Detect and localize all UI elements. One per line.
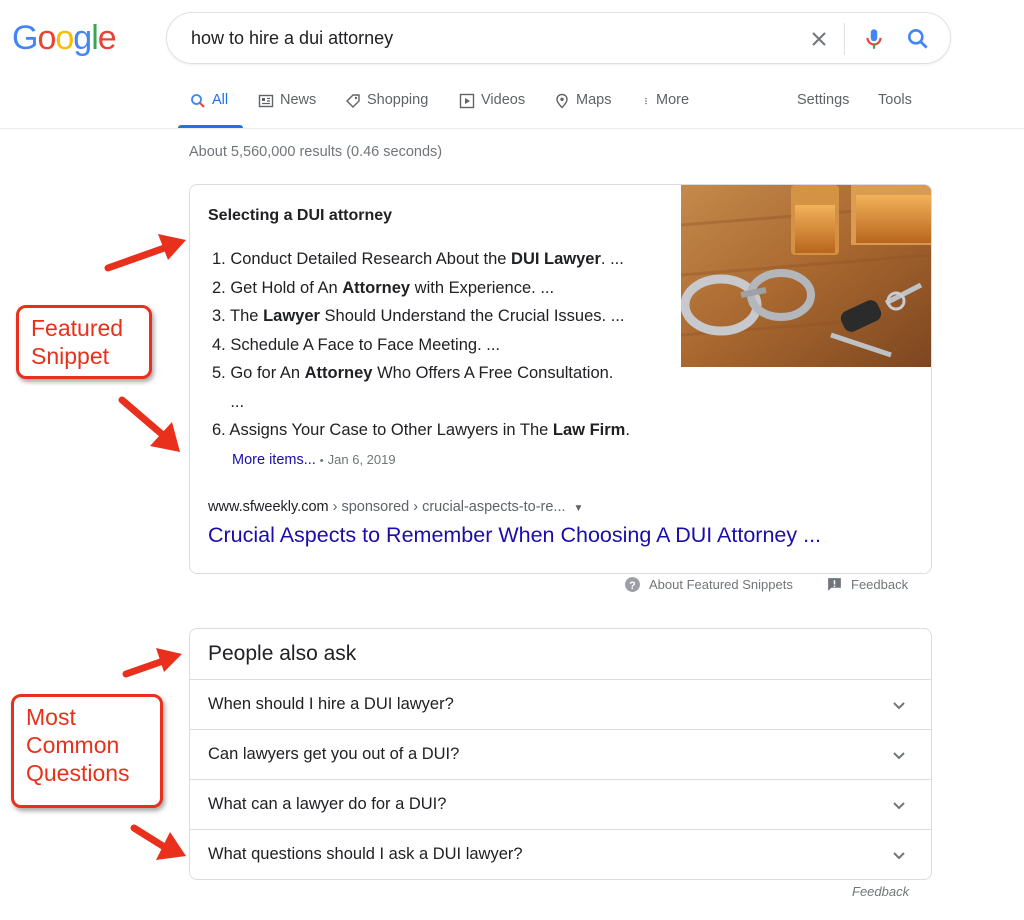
question-text: What can a lawyer do for a DUI? [208,795,447,813]
list-item: 5. Go for An Attorney Who Offers A Free … [212,364,614,411]
callout-line: Snippet [31,343,110,369]
paa-question[interactable]: What questions should I ask a DUI lawyer… [190,829,931,879]
google-logo[interactable]: Google [12,18,117,58]
callout-line: Most [26,704,76,730]
tab-more[interactable]: More [642,86,689,128]
cite-domain: www.sfweekly.com [208,499,329,515]
chevron-down-icon [893,802,905,810]
callout-line: Questions [26,760,130,786]
list-item: 6. Assigns Your Case to Other Lawyers in… [212,421,630,439]
tab-label: More [656,92,690,108]
tabs-divider [0,128,1024,129]
snippet-date: Jan 6, 2019 [327,452,396,467]
logo-letter: g [73,19,92,57]
cite-path: › sponsored › crucial-aspects-to-re... [328,499,566,515]
about-featured-snippets[interactable]: ? About Featured Snippets [624,576,793,593]
settings-label: Settings [797,92,850,108]
paa-question[interactable]: What can a lawyer do for a DUI? [190,779,931,829]
more-items-link[interactable]: More items... [232,452,316,468]
red-arrow-icon [130,824,186,860]
featured-snippet: Selecting a DUI attorney 1. Conduct Deta… [189,184,932,574]
logo-letter: o [55,19,74,57]
tools-link[interactable]: Tools [878,86,912,128]
red-arrow-icon [118,396,180,452]
help-icon: ? [625,577,640,592]
search-input[interactable]: how to hire a dui attorney [191,28,393,49]
tag-icon [346,94,360,108]
feedback-label: Feedback [851,577,909,592]
people-also-ask: People also ask When should I hire a DUI… [189,628,932,880]
result-url: www.sfweekly.com › sponsored › crucial-a… [208,499,583,515]
red-arrow-icon [122,648,182,678]
paa-question[interactable]: Can lawyers get you out of a DUI? [190,729,931,779]
question-text: What questions should I ask a DUI lawyer… [208,845,523,863]
snippet-title: Selecting a DUI attorney [208,207,393,224]
red-arrow-icon [104,234,186,272]
tab-videos[interactable]: Videos [459,86,525,128]
search-divider [844,23,845,55]
paa-question[interactable]: When should I hire a DUI lawyer? [190,679,931,729]
feedback-icon [828,578,841,591]
chevron-down-icon [893,702,905,710]
search-box[interactable]: how to hire a dui attorney [166,12,951,64]
callout-line: Common [26,732,120,758]
pin-icon [556,93,568,109]
question-text: When should I hire a DUI lawyer? [208,695,454,713]
tab-label: News [280,92,317,108]
list-item: 1. Conduct Detailed Research About the D… [212,250,624,268]
more-items-row: More items... • Jan 6, 2019 [232,452,396,468]
tab-label: Maps [576,92,612,108]
news-icon [258,94,274,108]
paa-title: People also ask [208,642,357,665]
result-stats: About 5,560,000 results (0.46 seconds) [189,144,443,160]
tab-shopping[interactable]: Shopping [345,86,428,128]
paa-feedback-link[interactable]: Feedback [852,884,909,899]
result-title-link[interactable]: Crucial Aspects to Remember When Choosin… [208,523,821,548]
list-item: 4. Schedule A Face to Face Meeting. ... [212,335,501,354]
tab-label: All [212,92,229,108]
snippet-feedback[interactable]: Feedback [826,576,908,593]
list-item: 3. The Lawyer Should Understand the Cruc… [212,307,625,325]
list-item: 2. Get Hold of An Attorney with Experien… [212,278,555,297]
tab-label: Shopping [367,92,429,108]
question-text: Can lawyers get you out of a DUI? [208,745,460,763]
svg-text:?: ? [629,580,635,592]
tab-all[interactable]: All [178,86,243,128]
snippet-image[interactable] [681,185,932,367]
close-icon[interactable] [807,27,831,51]
chevron-down-icon [893,852,905,860]
tools-label: Tools [878,92,912,108]
featured-snippet-callout: Featured Snippet [16,305,152,379]
chevron-down-icon [893,752,905,760]
microphone-icon[interactable] [861,26,887,52]
tab-label: Videos [481,92,526,108]
logo-letter: o [37,19,56,57]
snippet-list: 1. Conduct Detailed Research About the D… [212,245,672,445]
callout-line: Featured [31,315,124,341]
tab-news[interactable]: News [258,86,316,128]
about-label: About Featured Snippets [649,577,793,592]
dots-vertical-icon [645,97,647,105]
search-icon[interactable] [905,26,931,52]
common-questions-callout: Most Common Questions [11,694,163,808]
play-icon [459,93,475,109]
search-icon [191,94,205,108]
logo-letter: e [97,19,117,57]
settings-link[interactable]: Settings [797,86,849,128]
caret-down-icon[interactable]: ▼ [574,503,584,514]
separator-dot: • [319,455,324,467]
logo-letter: G [12,19,38,57]
tab-maps[interactable]: Maps [554,86,611,128]
